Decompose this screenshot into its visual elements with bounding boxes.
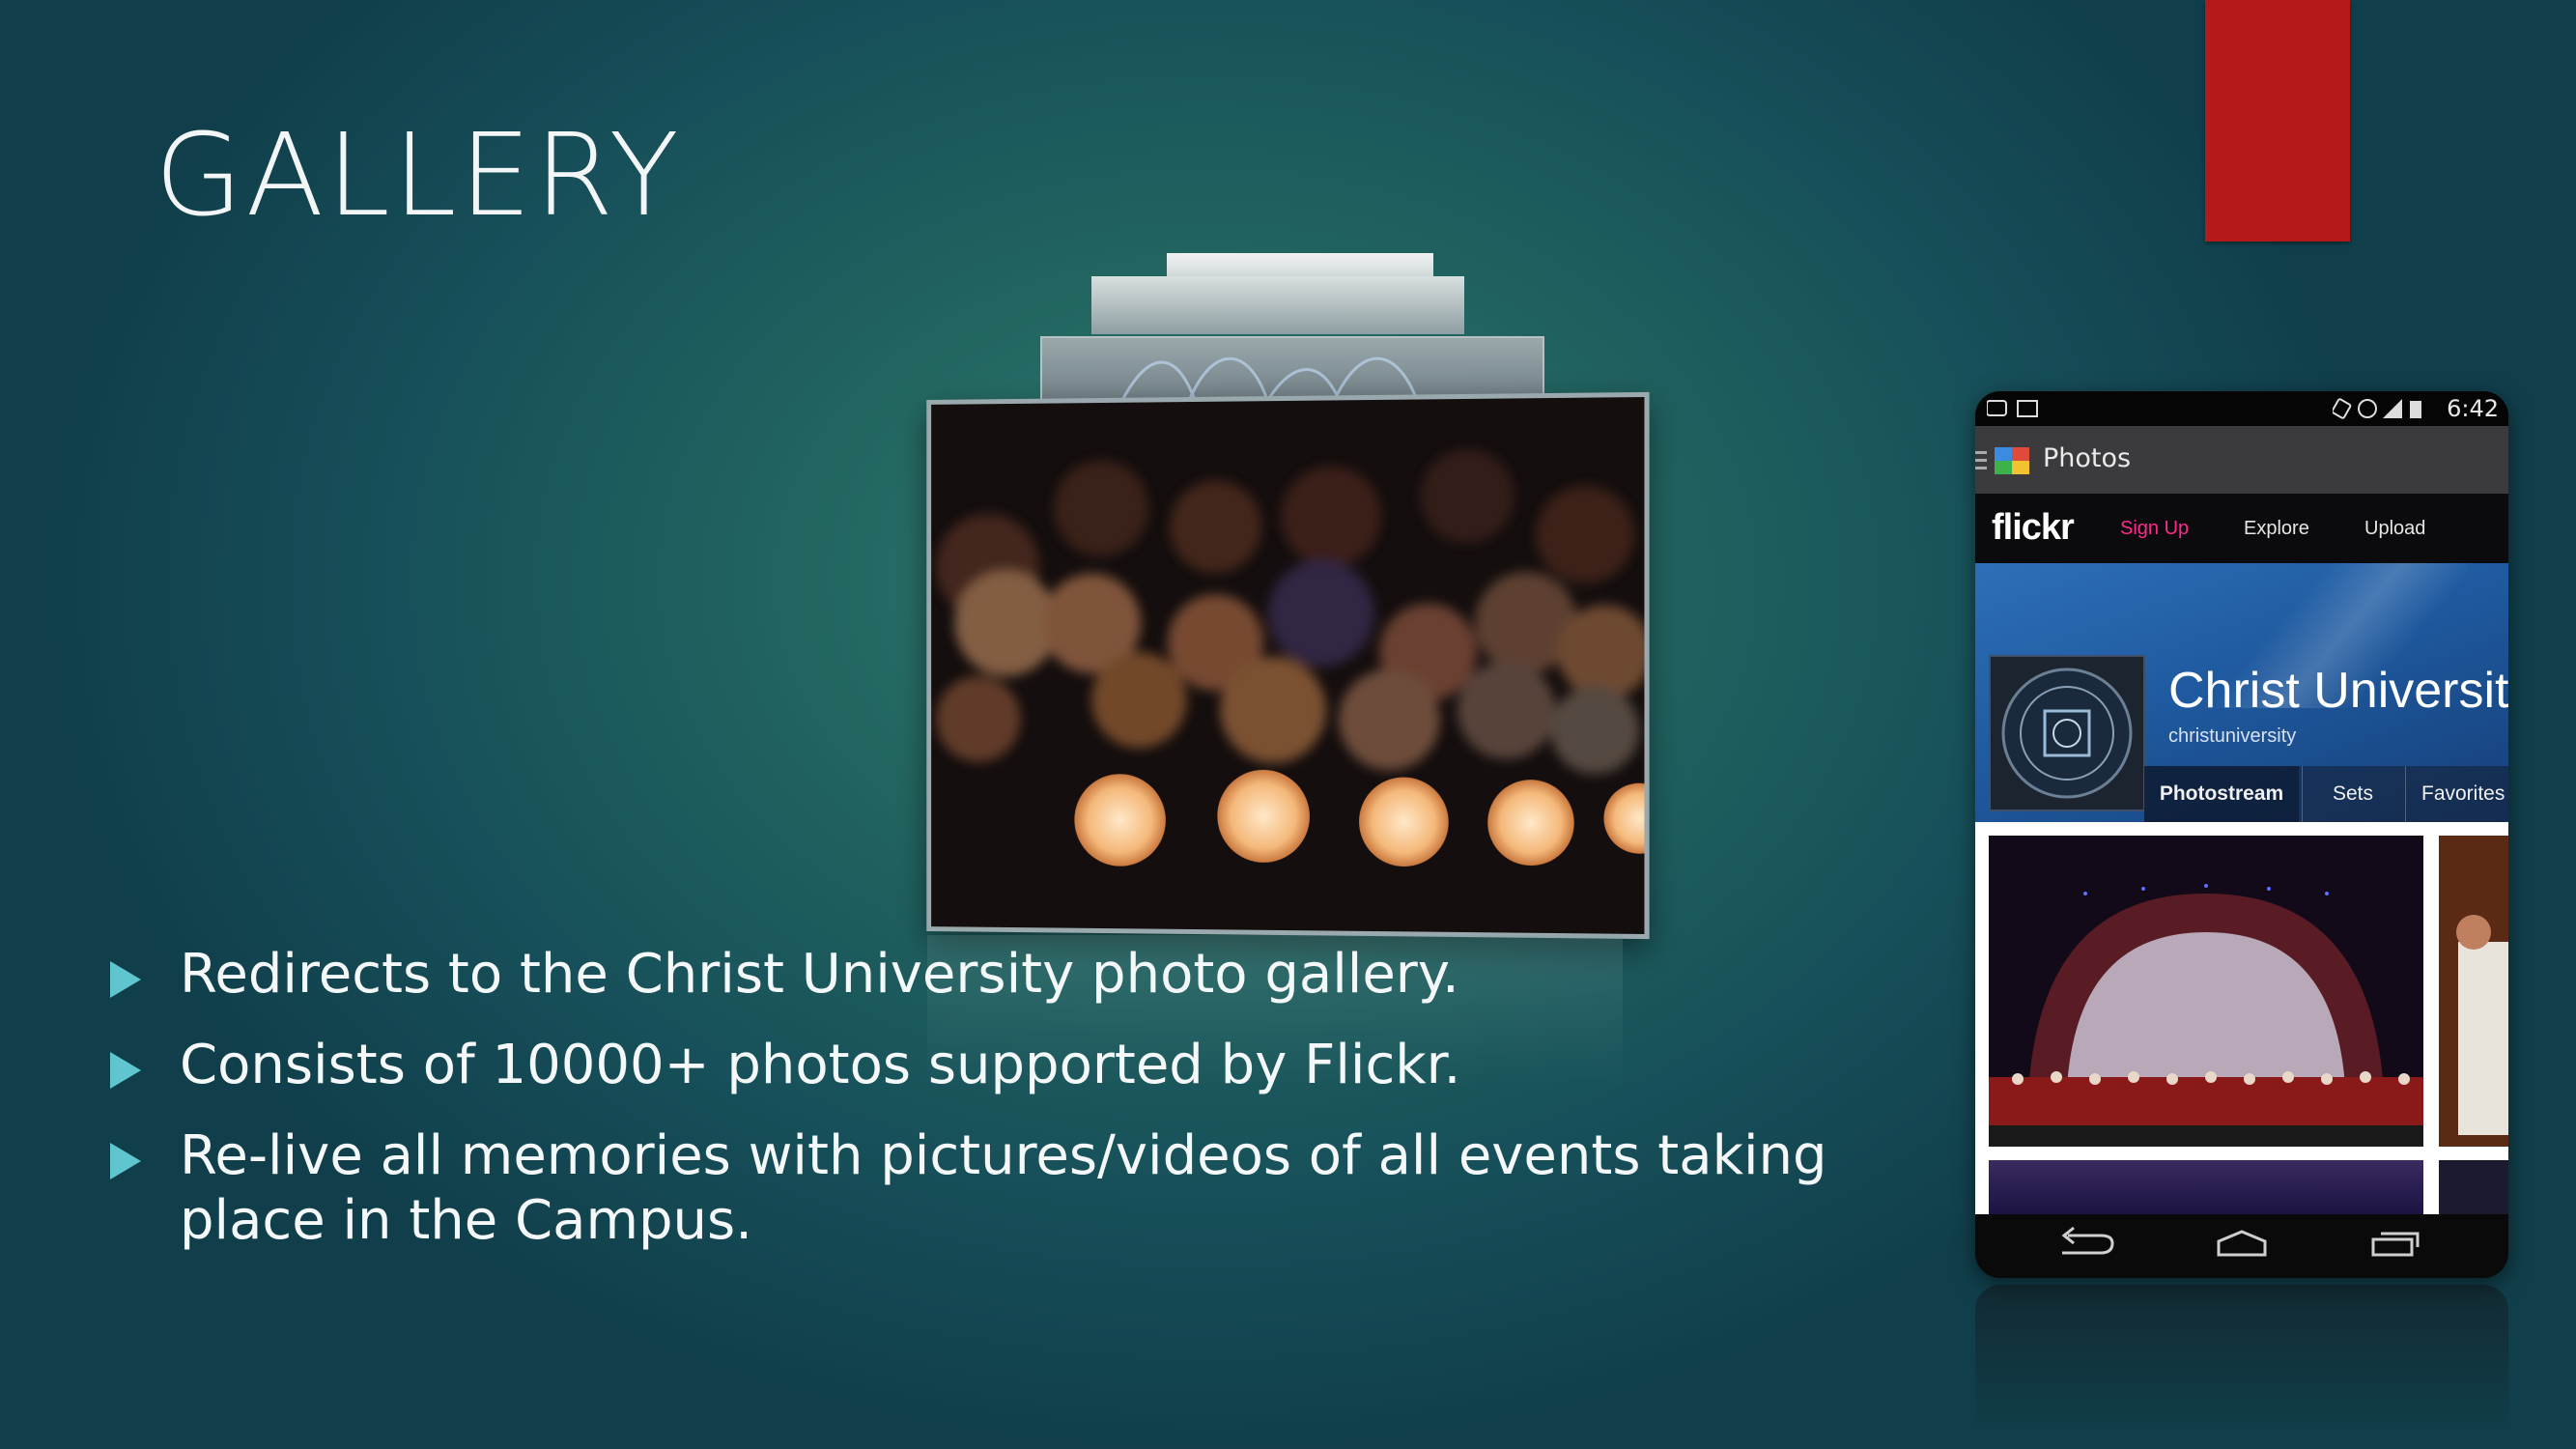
bullet-text: Re-live all memories with pictures/video… (180, 1124, 1827, 1252)
flickr-logo[interactable]: flickr (1992, 507, 2075, 549)
battery-icon (2410, 401, 2421, 418)
bullet-triangle-icon (110, 1052, 141, 1089)
nav-buttons[interactable] (1975, 1214, 2508, 1278)
home-icon[interactable] (2217, 1230, 2267, 1257)
profile-name: Christ University (2168, 663, 2508, 719)
app-title: Photos (2043, 443, 2132, 473)
bullet-triangle-icon (110, 961, 141, 998)
bullet-text: Consists of 10000+ photos supported by F… (180, 1034, 1461, 1096)
photo-thumbnail[interactable] (2439, 836, 2508, 1147)
upload-link[interactable]: Upload (2364, 518, 2425, 540)
tab-favorites[interactable]: Favorites (2405, 766, 2508, 822)
bullet-item: Consists of 10000+ photos supported by F… (104, 1033, 1968, 1097)
stage-event-image (1989, 836, 2423, 1147)
android-nav-bar (1975, 1214, 2508, 1278)
tab-photostream[interactable]: Photostream (2144, 766, 2299, 822)
signup-link[interactable]: Sign Up (2120, 518, 2189, 540)
status-bar: 6:42 (1975, 391, 2508, 426)
photo-thumbnail[interactable] (1989, 836, 2423, 1147)
status-right-icons (2333, 398, 2421, 419)
profile-banner: Christ University christuniversity Photo… (1975, 563, 2508, 822)
menu-icon[interactable] (1975, 451, 1987, 469)
phone-reflection (1975, 1285, 2508, 1439)
app-bar: Photos (1975, 426, 2508, 494)
phone-mockup: 6:42 Photos flickr Sign Up Explore Uploa… (1975, 391, 2508, 1278)
photo-thumbnail[interactable] (2439, 1160, 2508, 1214)
flickr-header: flickr Sign Up Explore Upload (1975, 494, 2508, 563)
profile-tabs: Photostream Sets Favorites (2144, 766, 2508, 822)
explore-link[interactable]: Explore (2244, 518, 2309, 540)
bullet-item: Re-live all memories with pictures/video… (104, 1123, 1968, 1253)
university-seal-icon (2001, 668, 2133, 799)
back-icon[interactable] (2061, 1226, 2114, 1255)
bokeh-lights-image (931, 397, 1650, 934)
recent-apps-icon[interactable] (2371, 1232, 2420, 1257)
bullet-item: Redirects to the Christ University photo… (104, 942, 1968, 1007)
slide-title: GALLERY (155, 108, 682, 242)
message-icon (1987, 400, 2007, 416)
accent-tab (2205, 0, 2350, 242)
bullet-triangle-icon (110, 1143, 141, 1179)
bullet-list: Redirects to the Christ University photo… (104, 942, 1968, 1279)
image-icon (2017, 400, 2038, 417)
bullet-text: Redirects to the Christ University photo… (180, 943, 1459, 1006)
status-time: 6:42 (2447, 395, 2499, 422)
rotate-icon (2333, 398, 2352, 419)
signal-icon (2383, 399, 2402, 418)
photo-thumbnail[interactable] (1989, 1160, 2423, 1214)
profile-handle: christuniversity (2168, 725, 2297, 747)
photostream-grid (1975, 822, 2508, 1214)
status-left-icons (1987, 400, 2038, 417)
app-bar-icons[interactable] (1975, 447, 2033, 476)
tab-sets[interactable]: Sets (2302, 766, 2403, 822)
event-side-image (2439, 836, 2508, 1147)
alarm-icon (2358, 399, 2377, 418)
bokeh-photo (926, 391, 1650, 940)
photos-app-icon (1995, 447, 2029, 474)
gallery-stack-layer-middle (1091, 276, 1464, 334)
avatar[interactable] (1989, 655, 2145, 811)
